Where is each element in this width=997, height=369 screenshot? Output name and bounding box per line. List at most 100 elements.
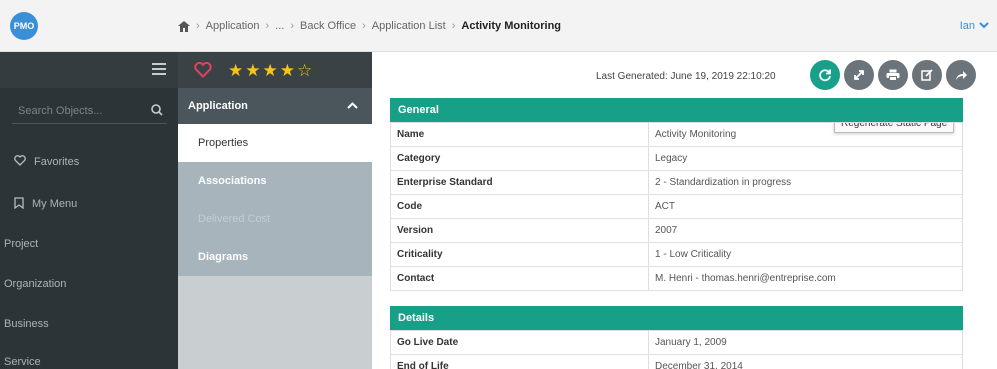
search-icon[interactable]	[151, 104, 163, 119]
table-row: Contact M. Henri - thomas.henri@entrepris…	[390, 266, 963, 291]
details-section: Details Go Live Date January 1, 2009 End …	[390, 306, 963, 369]
sidebar-item-organization[interactable]: Organization	[0, 264, 178, 304]
regenerate-button[interactable]	[810, 60, 840, 90]
breadcrumb-separator: ›	[362, 20, 366, 32]
breadcrumb-item[interactable]: Application List	[372, 20, 446, 32]
sidebar-item-project[interactable]: Project	[0, 224, 178, 264]
hamburger-icon[interactable]	[152, 63, 166, 75]
expand-button[interactable]	[844, 60, 874, 90]
table-row: Code ACT	[390, 194, 963, 219]
section-title: Details	[390, 306, 963, 330]
breadcrumb-separator: ›	[265, 20, 270, 32]
table-row: Name Activity Monitoring	[390, 122, 963, 147]
sidebar-item-label: Service	[4, 356, 41, 368]
breadcrumb-item[interactable]: Application	[206, 20, 260, 32]
breadcrumb-separator: ›	[290, 20, 295, 32]
field-label: Go Live Date	[390, 330, 649, 355]
table-row: Category Legacy	[390, 146, 963, 171]
table-row: Enterprise Standard 2 - Standardization i…	[390, 170, 963, 195]
breadcrumb-separator: ›	[196, 20, 200, 32]
general-table: Name Activity Monitoring Category Legacy E…	[390, 122, 963, 291]
home-icon[interactable]	[178, 20, 190, 32]
nav-item-label: Delivered Cost	[198, 213, 271, 225]
star-filled-icon[interactable]: ★	[263, 62, 278, 79]
sidebar: Favorites My Menu Project Organization B…	[0, 52, 178, 369]
bookmark-icon	[14, 196, 24, 212]
object-nav-panel: ★ ★ ★ ★ ☆ Application Properties Associa…	[178, 52, 372, 369]
field-label: Code	[390, 194, 649, 219]
favorite-heart-icon[interactable]	[194, 62, 212, 78]
refresh-icon	[819, 69, 831, 82]
print-button[interactable]	[878, 60, 908, 90]
nav-item-delivered-cost: Delivered Cost	[178, 200, 372, 238]
app-logo[interactable]: PMO	[10, 12, 38, 40]
nav-section-application[interactable]: Application	[178, 88, 372, 124]
heart-icon	[14, 155, 26, 169]
user-name: Ian	[959, 20, 975, 32]
nav-item-associations[interactable]: Associations	[178, 162, 372, 200]
main-content: Last Generated: June 19, 2019 22:10:20 R…	[372, 52, 997, 369]
breadcrumb-current: Activity Monitoring	[461, 20, 562, 32]
search-box	[12, 98, 167, 124]
table-row: Go Live Date January 1, 2009	[390, 330, 963, 355]
user-menu[interactable]: Ian	[960, 0, 989, 52]
field-value: 1 - Low Criticality	[648, 242, 963, 267]
field-label: Contact	[390, 266, 649, 291]
field-value: Legacy	[648, 146, 963, 171]
sidebar-item-favorites[interactable]: Favorites	[0, 142, 178, 182]
table-row: Version 2007	[390, 218, 963, 243]
star-filled-icon[interactable]: ★	[280, 62, 295, 79]
sidebar-item-label: Project	[4, 238, 39, 250]
field-value: January 1, 2009	[648, 330, 963, 355]
top-bar: PMO › Application › ... › Back Office › …	[0, 0, 997, 52]
nav-section-label: Application	[188, 100, 248, 112]
print-icon	[886, 69, 900, 81]
nav-item-properties[interactable]: Properties	[178, 124, 372, 162]
star-rating[interactable]: ★ ★ ★ ★ ☆	[228, 62, 312, 79]
breadcrumb: › Application › ... › Back Office › Appl…	[178, 0, 561, 52]
section-title: General	[390, 98, 963, 122]
nav-item-label: Associations	[198, 175, 267, 187]
chevron-up-icon[interactable]	[347, 100, 358, 112]
share-button[interactable]	[946, 60, 976, 90]
field-label: Version	[390, 218, 649, 243]
star-empty-icon[interactable]: ☆	[297, 62, 312, 79]
star-filled-icon[interactable]: ★	[228, 62, 243, 79]
field-value: 2007	[648, 218, 963, 243]
sidebar-item-my-menu[interactable]: My Menu	[0, 184, 178, 224]
field-label: Criticality	[390, 242, 649, 267]
table-row: End of Life December 31, 2014	[390, 354, 963, 369]
chevron-down-icon	[979, 20, 989, 32]
nav-item-label: Properties	[198, 137, 249, 149]
field-label: End of Life	[390, 354, 649, 369]
expand-icon	[854, 70, 864, 80]
field-label: Enterprise Standard	[390, 170, 649, 195]
search-input[interactable]	[12, 104, 140, 117]
breadcrumb-item[interactable]: Back Office	[300, 20, 356, 32]
sidebar-top	[0, 52, 178, 88]
field-value: 2 - Standardization in progress	[648, 170, 963, 195]
sidebar-item-service[interactable]: Service	[0, 342, 178, 369]
field-value: December 31, 2014	[648, 354, 963, 369]
sidebar-item-business[interactable]: Business	[0, 304, 178, 344]
field-value: Activity Monitoring	[648, 122, 963, 147]
breadcrumb-item[interactable]: ...	[275, 20, 284, 32]
sidebar-item-label: My Menu	[32, 198, 78, 210]
general-section: General Name Activity Monitoring Category…	[390, 98, 963, 291]
field-value: ACT	[648, 194, 963, 219]
share-icon	[955, 70, 967, 80]
star-filled-icon[interactable]: ★	[245, 62, 260, 79]
sidebar-item-label: Organization	[4, 278, 67, 290]
details-table: Go Live Date January 1, 2009 End of Life D…	[390, 330, 963, 369]
sidebar-item-label: Business	[4, 318, 49, 330]
edit-icon	[921, 69, 933, 81]
edit-button[interactable]	[912, 60, 942, 90]
action-toolbar	[810, 60, 976, 90]
field-label: Name	[390, 122, 649, 147]
nav-item-diagrams[interactable]: Diagrams	[178, 238, 372, 276]
rating-bar: ★ ★ ★ ★ ☆	[178, 52, 372, 88]
field-label: Category	[390, 146, 649, 171]
field-value: M. Henri - thomas.henri@entreprise.com	[648, 266, 963, 291]
sidebar-item-label: Favorites	[34, 156, 80, 168]
last-generated-text: Last Generated: June 19, 2019 22:10:20	[596, 71, 776, 82]
